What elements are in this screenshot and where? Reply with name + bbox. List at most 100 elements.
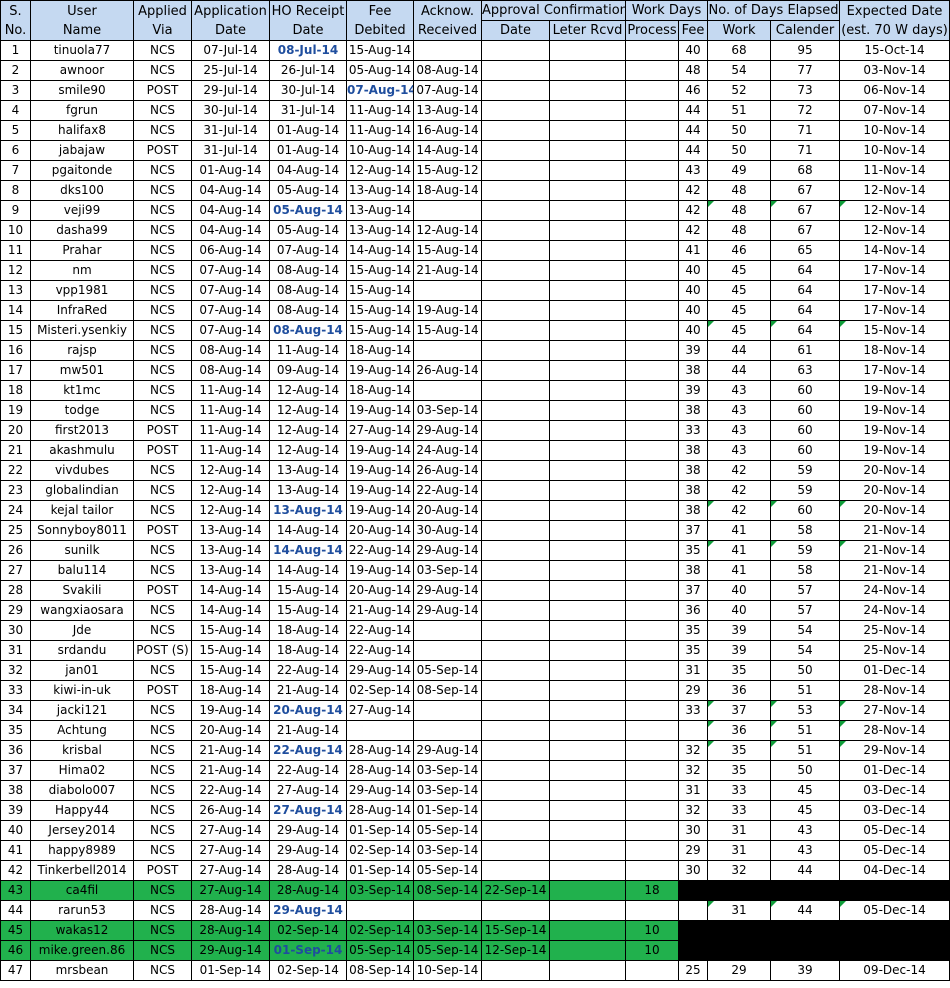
cell-sno: 13: [0, 280, 31, 301]
cell-fee-debited: 07-Aug-14: [346, 80, 414, 101]
cell-sno: 26: [0, 540, 31, 561]
cell-fee-days: 35: [678, 620, 709, 641]
cell-letter-rcvd: [548, 520, 627, 541]
cell-user: Hima02: [30, 760, 134, 781]
cell-via: NCS: [133, 360, 192, 381]
cell-elapsed-work: 42: [707, 460, 772, 481]
cell-app-date: 04-Aug-14: [191, 180, 270, 201]
header-ack: Acknow. Received: [413, 0, 482, 41]
header-app-date: Application Date: [191, 0, 270, 41]
cell-via: NCS: [133, 40, 192, 61]
cell-app-date: 19-Aug-14: [191, 700, 270, 721]
cell-expected-date: 25-Nov-14: [839, 640, 950, 661]
cell-via: POST: [133, 580, 192, 601]
cell-expected-date: 04-Dec-14: [839, 860, 950, 881]
cell-fee-debited: 13-Aug-14: [346, 200, 414, 221]
cell-elapsed-cal: 64: [770, 260, 841, 281]
cell-ho-date: 15-Aug-14: [269, 600, 347, 621]
cell-expected-date: 20-Nov-14: [839, 460, 950, 481]
header-user: User Name: [30, 0, 134, 41]
cell-ack: 07-Aug-14: [413, 80, 482, 101]
cell-sno: 19: [0, 400, 31, 421]
cell-ack: 03-Sep-14: [413, 780, 482, 801]
cell-elapsed-work: 32: [707, 860, 772, 881]
cell-app-date: 27-Aug-14: [191, 880, 270, 901]
cell-app-date: 15-Aug-14: [191, 640, 270, 661]
cell-approval-date: [481, 600, 550, 621]
cell-elapsed-cal: 54: [770, 620, 841, 641]
cell-user: awnoor: [30, 60, 134, 81]
cell-process-days: 10: [625, 920, 680, 941]
cell-process-days: [625, 200, 680, 221]
table-row: 37 Hima02 NCS 21-Aug-14 22-Aug-14 28-Aug-14 03…: [0, 760, 950, 781]
cell-expected-date: 21-Nov-14: [839, 520, 950, 541]
cell-elapsed-work: 33: [707, 800, 772, 821]
cell-ho-date: 31-Jul-14: [269, 100, 347, 121]
cell-sno: 37: [0, 760, 31, 781]
cell-sno: 29: [0, 600, 31, 621]
cell-expected-date: 20-Nov-14: [839, 480, 950, 501]
cell-elapsed-work: 43: [707, 420, 772, 441]
cell-expected-date: 19-Nov-14: [839, 400, 950, 421]
cell-via: NCS: [133, 960, 192, 981]
cell-approval-date: [481, 820, 550, 841]
cell-fee-debited: 02-Sep-14: [346, 840, 414, 861]
cell-ack: 24-Aug-14: [413, 440, 482, 461]
cell-ack: 05-Sep-14: [413, 820, 482, 841]
cell-app-date: 04-Aug-14: [191, 220, 270, 241]
cell-fee-debited: 15-Aug-14: [346, 280, 414, 301]
header-approval-date: Date: [481, 20, 550, 41]
cell-letter-rcvd: [548, 200, 627, 221]
cell-fee-days: 38: [678, 500, 709, 521]
cell-app-date: 07-Aug-14: [191, 320, 270, 341]
cell-expected-date: 07-Nov-14: [839, 100, 950, 121]
cell-ho-date: 26-Jul-14: [269, 60, 347, 81]
cell-letter-rcvd: [548, 740, 627, 761]
cell-fee-days: 31: [678, 660, 709, 681]
cell-user: dks100: [30, 180, 134, 201]
cell-fee-days: [678, 900, 709, 921]
cell-user: wakas12: [30, 920, 134, 941]
cell-ho-date: 08-Jul-14: [269, 40, 347, 61]
cell-approval-date: [481, 740, 550, 761]
table-row: 8 dks100 NCS 04-Aug-14 05-Aug-14 13-Aug-14 18-…: [0, 180, 950, 201]
cell-approval-date: [481, 300, 550, 321]
redacted-cell: [678, 920, 950, 941]
cell-expected-date: 17-Nov-14: [839, 300, 950, 321]
cell-expected-date: 12-Nov-14: [839, 180, 950, 201]
cell-sno: 33: [0, 680, 31, 701]
cell-ho-date: 29-Aug-14: [269, 840, 347, 861]
cell-app-date: 13-Aug-14: [191, 520, 270, 541]
cell-app-date: 07-Aug-14: [191, 280, 270, 301]
cell-app-date: 27-Aug-14: [191, 860, 270, 881]
cell-process-days: [625, 660, 680, 681]
cell-ack: 13-Aug-14: [413, 100, 482, 121]
cell-letter-rcvd: [548, 380, 627, 401]
table-row: 38 diabolo007 NCS 22-Aug-14 27-Aug-14 29-Aug-…: [0, 780, 950, 801]
cell-via: NCS: [133, 300, 192, 321]
cell-ho-date: 29-Aug-14: [269, 820, 347, 841]
cell-elapsed-cal: 39: [770, 960, 841, 981]
cell-ho-date: 21-Aug-14: [269, 720, 347, 741]
cell-user: diabolo007: [30, 780, 134, 801]
cell-sno: 21: [0, 440, 31, 461]
cell-process-days: [625, 360, 680, 381]
cell-sno: 24: [0, 500, 31, 521]
cell-sno: 22: [0, 460, 31, 481]
table-row: 35 Achtung NCS 20-Aug-14 21-Aug-14 36 51 28-Nov…: [0, 720, 950, 741]
cell-letter-rcvd: [548, 400, 627, 421]
cell-ho-date: 05-Aug-14: [269, 220, 347, 241]
cell-user: todge: [30, 400, 134, 421]
cell-elapsed-cal: 58: [770, 560, 841, 581]
cell-fee-debited: 18-Aug-14: [346, 340, 414, 361]
cell-user: vivdubes: [30, 460, 134, 481]
cell-app-date: 14-Aug-14: [191, 600, 270, 621]
cell-expected-date: 03-Dec-14: [839, 780, 950, 801]
cell-via: NCS: [133, 760, 192, 781]
cell-ho-date: 14-Aug-14: [269, 540, 347, 561]
cell-user: Prahar: [30, 240, 134, 261]
cell-expected-date: 05-Dec-14: [839, 900, 950, 921]
cell-ack: [413, 40, 482, 61]
cell-app-date: 18-Aug-14: [191, 680, 270, 701]
cell-fee-days: 25: [678, 960, 709, 981]
